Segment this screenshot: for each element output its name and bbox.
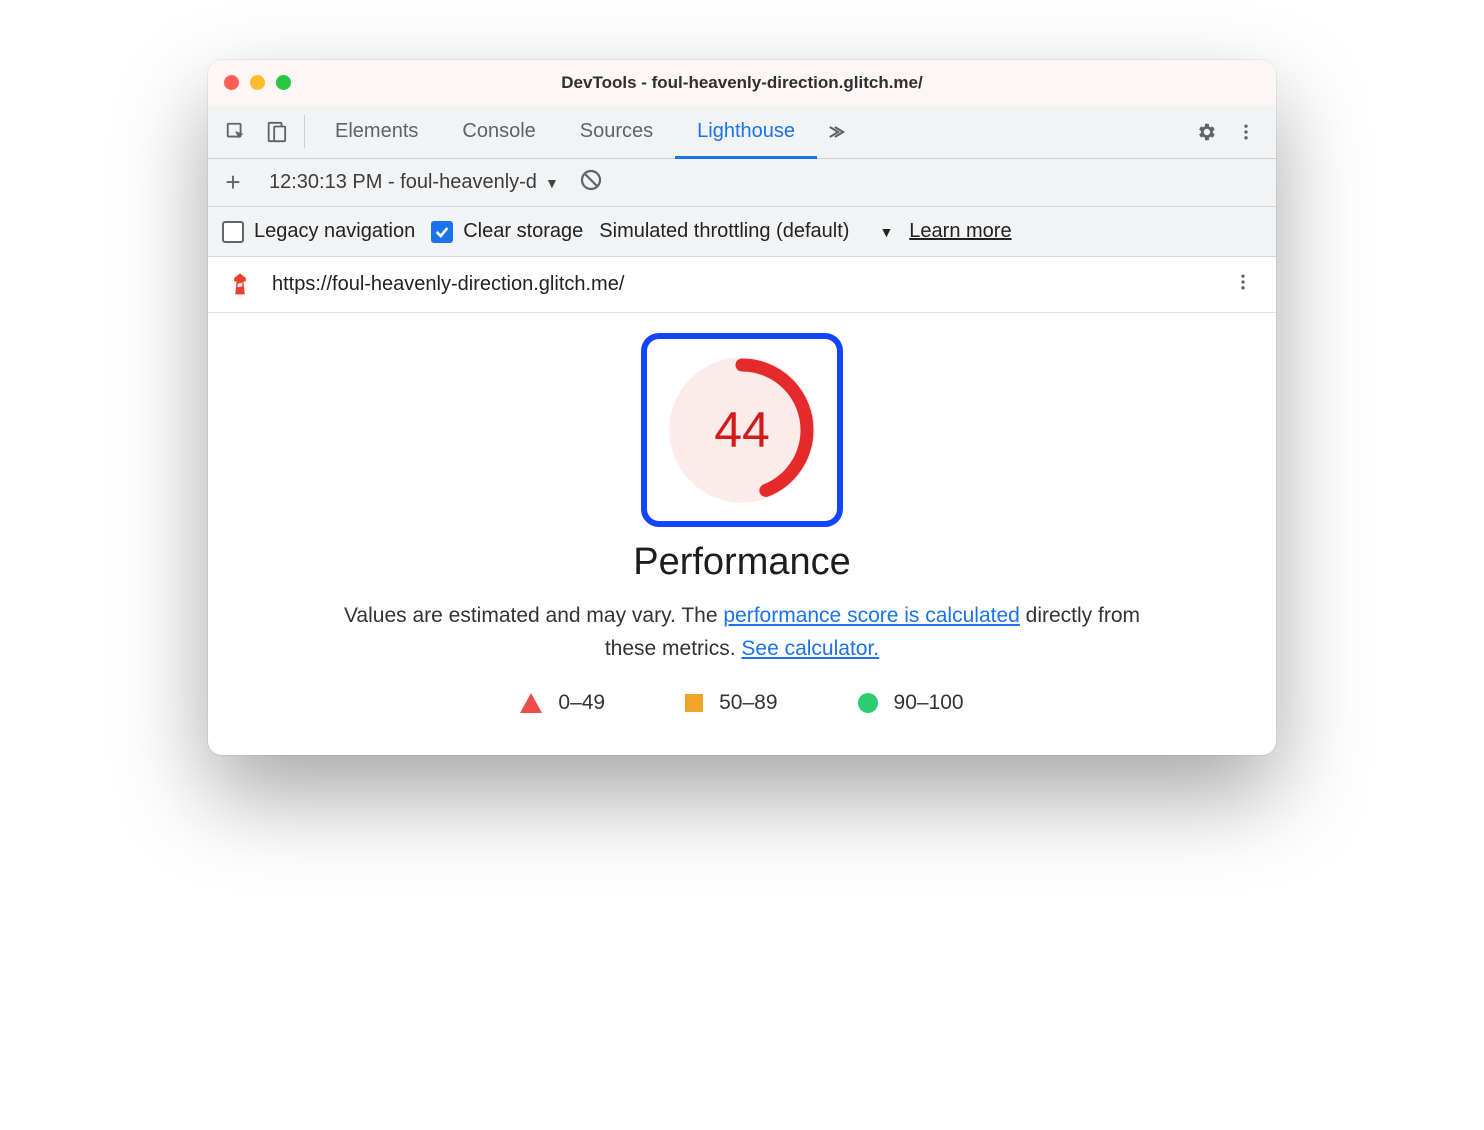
- report-menu-icon[interactable]: [1228, 272, 1258, 298]
- performance-gauge: 44: [664, 352, 820, 508]
- legacy-navigation-option[interactable]: Legacy navigation: [222, 220, 415, 243]
- lighthouse-options: Legacy navigation Clear storage Simulate…: [208, 207, 1276, 257]
- minimize-window-button[interactable]: [250, 75, 265, 90]
- device-toolbar-icon[interactable]: [256, 105, 296, 158]
- clear-storage-checkbox[interactable]: [431, 221, 453, 243]
- legacy-navigation-label: Legacy navigation: [254, 220, 415, 243]
- legend-mid-label: 50–89: [719, 691, 777, 715]
- tab-lighthouse[interactable]: Lighthouse: [675, 105, 817, 158]
- legend-poor: 0–49: [520, 691, 605, 715]
- tab-console[interactable]: Console: [440, 105, 557, 158]
- clear-storage-option[interactable]: Clear storage: [431, 220, 583, 243]
- clear-report-icon[interactable]: [579, 168, 603, 197]
- devtools-window: DevTools - foul-heavenly-direction.glitc…: [208, 60, 1276, 755]
- right-toolbar: [1169, 105, 1266, 158]
- maximize-window-button[interactable]: [276, 75, 291, 90]
- more-tabs-button[interactable]: [817, 105, 861, 158]
- chevron-down-icon: ▼: [879, 224, 893, 240]
- legend-good-label: 90–100: [894, 691, 964, 715]
- clear-storage-label: Clear storage: [463, 220, 583, 243]
- chevron-down-icon: ▼: [545, 175, 559, 191]
- kebab-menu-icon[interactable]: [1226, 122, 1266, 142]
- score-calculated-link[interactable]: performance score is calculated: [723, 604, 1019, 627]
- performance-score: 44: [664, 352, 820, 508]
- tab-label: Elements: [335, 120, 418, 143]
- legacy-navigation-checkbox[interactable]: [222, 221, 244, 243]
- lighthouse-report: 44 Performance Values are estimated and …: [208, 313, 1276, 755]
- inspect-element-icon[interactable]: [216, 105, 256, 158]
- desc-text: Values are estimated and may vary. The: [344, 604, 723, 627]
- learn-more-link[interactable]: Learn more: [909, 220, 1011, 243]
- throttling-label: Simulated throttling (default): [599, 220, 849, 243]
- tab-label: Lighthouse: [697, 120, 795, 143]
- settings-gear-icon[interactable]: [1186, 121, 1226, 143]
- tab-label: Sources: [580, 120, 653, 143]
- score-legend: 0–49 50–89 90–100: [520, 691, 963, 715]
- square-icon: [685, 694, 703, 712]
- performance-heading: Performance: [633, 541, 851, 584]
- close-window-button[interactable]: [224, 75, 239, 90]
- lighthouse-logo-icon: [226, 271, 254, 299]
- legend-good: 90–100: [858, 691, 964, 715]
- tab-label: Console: [462, 120, 535, 143]
- tabstrip: Elements Console Sources Lighthouse: [208, 105, 1276, 159]
- performance-description: Values are estimated and may vary. The p…: [327, 600, 1157, 665]
- legend-poor-label: 0–49: [558, 691, 605, 715]
- panel-tabs: Elements Console Sources Lighthouse: [313, 105, 1169, 158]
- legend-mid: 50–89: [685, 691, 777, 715]
- report-url: https://foul-heavenly-direction.glitch.m…: [272, 273, 1210, 296]
- circle-icon: [858, 693, 878, 713]
- tab-elements[interactable]: Elements: [313, 105, 440, 158]
- throttling-dropdown[interactable]: Simulated throttling (default) ▼: [599, 220, 893, 243]
- new-report-button[interactable]: +: [218, 168, 248, 198]
- score-highlight-box: 44: [641, 333, 843, 527]
- lighthouse-toolbar: + 12:30:13 PM - foul-heavenly-d ▼: [208, 159, 1276, 207]
- report-url-bar: https://foul-heavenly-direction.glitch.m…: [208, 257, 1276, 313]
- report-picker-label: 12:30:13 PM - foul-heavenly-d: [269, 171, 537, 194]
- tab-sources[interactable]: Sources: [558, 105, 675, 158]
- traffic-lights: [224, 75, 291, 90]
- separator: [304, 115, 305, 148]
- triangle-icon: [520, 693, 542, 713]
- report-picker[interactable]: 12:30:13 PM - foul-heavenly-d ▼: [269, 171, 559, 194]
- titlebar: DevTools - foul-heavenly-direction.glitc…: [208, 60, 1276, 105]
- see-calculator-link[interactable]: See calculator.: [741, 637, 879, 660]
- window-title: DevTools - foul-heavenly-direction.glitc…: [224, 73, 1260, 93]
